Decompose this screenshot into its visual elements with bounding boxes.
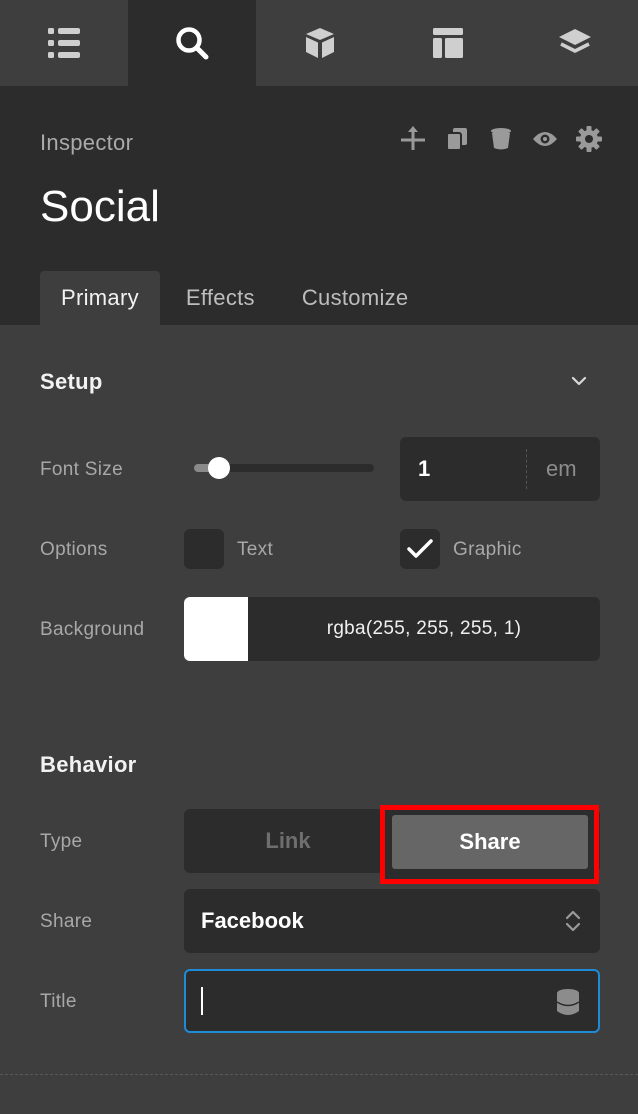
nav-elements-button[interactable]	[256, 0, 384, 86]
move-up-button[interactable]	[400, 126, 426, 152]
header-actions	[400, 126, 602, 152]
element-title: Social	[40, 182, 160, 231]
title-label: Title	[40, 991, 77, 1012]
visibility-button[interactable]	[532, 126, 558, 152]
nav-layout-button[interactable]	[384, 0, 512, 86]
background-label: Background	[40, 619, 145, 640]
tab-customize[interactable]: Customize	[276, 271, 430, 325]
font-size-divider	[526, 449, 527, 489]
checkmark-icon	[407, 539, 433, 558]
tab-primary[interactable]: Primary	[40, 271, 160, 325]
settings-button[interactable]	[576, 126, 602, 152]
list-icon	[48, 28, 80, 58]
graphic-checkbox-label: Graphic	[453, 539, 522, 560]
share-select[interactable]: Facebook	[184, 889, 600, 953]
nav-list-button[interactable]	[0, 0, 128, 86]
font-size-slider-thumb[interactable]	[208, 457, 231, 479]
background-color-value[interactable]: rgba(255, 255, 255, 1)	[248, 597, 600, 661]
inspector-label: Inspector	[40, 130, 134, 155]
share-select-value: Facebook	[201, 908, 304, 933]
visibility-icon	[533, 132, 557, 146]
delete-icon	[491, 128, 511, 150]
type-link-option[interactable]: Link	[184, 809, 392, 873]
inspector-header: Inspector Social Primary Effects Customi…	[0, 86, 638, 325]
graphic-checkbox[interactable]	[400, 529, 440, 569]
up-down-chevron-icon	[565, 910, 581, 932]
cube-icon	[306, 28, 334, 58]
background-color-field[interactable]: rgba(255, 255, 255, 1)	[184, 597, 600, 661]
setup-section-title[interactable]: Setup	[40, 369, 103, 395]
move-up-icon	[401, 126, 425, 150]
behavior-section-title: Behavior	[40, 752, 137, 777]
text-caret	[201, 987, 203, 1015]
font-size-input[interactable]: 1 em	[400, 437, 600, 501]
font-size-value[interactable]: 1	[418, 437, 430, 501]
background-color-swatch[interactable]	[184, 597, 248, 661]
search-icon	[176, 27, 209, 60]
top-nav	[0, 0, 638, 86]
duplicate-button[interactable]	[444, 126, 470, 152]
layout-icon	[433, 28, 463, 58]
section-divider	[0, 1074, 638, 1075]
tab-effects[interactable]: Effects	[160, 271, 276, 325]
nav-inspector-button[interactable]	[128, 0, 256, 86]
title-input[interactable]	[184, 969, 600, 1033]
type-label: Type	[40, 831, 83, 852]
share-label: Share	[40, 911, 93, 932]
font-size-label: Font Size	[40, 459, 123, 480]
font-size-slider[interactable]	[194, 457, 374, 479]
inspector-tabs: Primary Effects Customize	[40, 271, 429, 325]
type-share-option[interactable]: Share	[392, 815, 588, 869]
settings-icon	[576, 126, 602, 152]
layers-icon	[559, 29, 591, 53]
text-checkbox[interactable]	[184, 529, 224, 569]
share-option-highlight: Share	[380, 805, 599, 884]
text-checkbox-label: Text	[237, 539, 274, 560]
options-label: Options	[40, 539, 108, 560]
database-icon[interactable]	[556, 988, 580, 1016]
font-size-unit[interactable]: em	[546, 437, 577, 501]
nav-layers-button[interactable]	[512, 0, 638, 86]
duplicate-icon	[446, 128, 467, 151]
chevron-down-icon[interactable]	[570, 372, 588, 390]
delete-button[interactable]	[488, 126, 514, 152]
